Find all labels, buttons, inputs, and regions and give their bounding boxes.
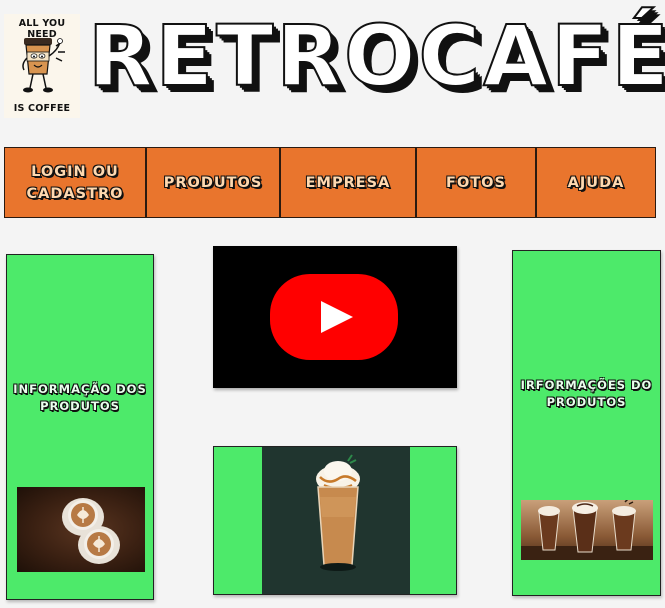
logo: ALL YOU NEED IS COFFEE <box>4 14 80 118</box>
site-title: RETROCAFÉ <box>87 6 665 106</box>
left-card-label: INFORMAÇÃO DOS PRODUTOS <box>13 382 147 413</box>
latte-art-image <box>17 487 145 572</box>
youtube-play-icon[interactable] <box>213 246 457 388</box>
nav-produtos-button[interactable]: PRODUTOS <box>146 147 280 218</box>
logo-text-bottom: IS COFFEE <box>13 103 71 114</box>
nav-login-button[interactable]: LOGIN OU CADASTRO <box>4 147 146 218</box>
frappuccino-image <box>262 447 410 594</box>
main-navbar: LOGIN OU CADASTRO PRODUTOS EMPRESA FOTOS… <box>4 147 656 220</box>
nav-ajuda-button[interactable]: AJUDA <box>536 147 656 218</box>
nav-empresa-button[interactable]: EMPRESA <box>280 147 416 218</box>
nav-fotos-button[interactable]: FOTOS <box>416 147 536 218</box>
video-player[interactable] <box>213 246 457 388</box>
right-card-label: IRFORMAÇÕES DO PRODUTOS <box>520 378 653 409</box>
coffee-cup-mascot-icon <box>22 38 65 93</box>
frappuccino-card <box>213 446 457 595</box>
latte-cups-illustration <box>62 498 120 564</box>
iced-mochas-image <box>521 500 653 560</box>
mochas-illustration <box>521 500 653 560</box>
